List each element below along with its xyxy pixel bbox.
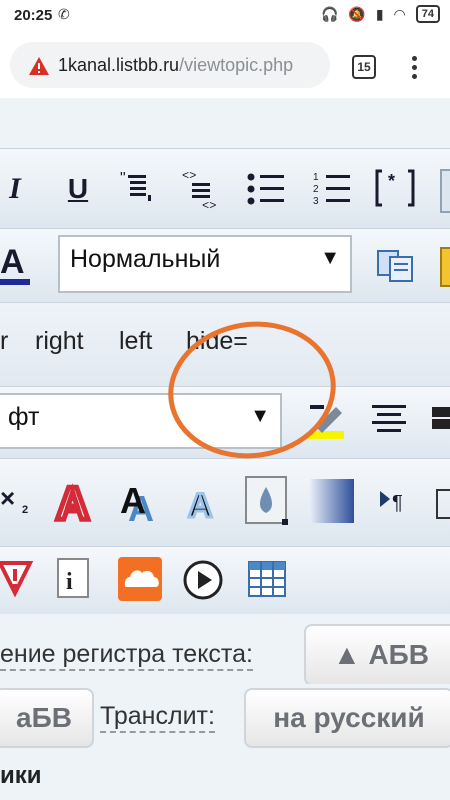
section-heading: ики: [0, 762, 42, 789]
text-shadow-icon[interactable]: A A: [118, 475, 166, 527]
status-bar: 20:25 ✆ 🎧 🔕 ▮ ◠ 74: [0, 0, 450, 32]
toolbar-row-6: i: [0, 546, 450, 616]
url-text: 1kanal.listbb.ru/viewtopic.php: [58, 55, 328, 76]
url-field[interactable]: 1kanal.listbb.ru/viewtopic.php: [10, 42, 330, 88]
numbered-list-icon[interactable]: 1 2 3: [312, 169, 354, 209]
table-cell-icon[interactable]: [436, 489, 450, 519]
toolbar-row-2: A Нормальный ▼: [0, 228, 450, 304]
underline-button[interactable]: U: [60, 171, 96, 207]
svg-text:A: A: [0, 243, 25, 281]
image-icon[interactable]: [440, 169, 450, 213]
svg-text:1: 1: [313, 172, 319, 183]
toolbar-row-5: × 2 A A A A ¶: [0, 458, 450, 548]
subscript-icon[interactable]: × 2: [0, 481, 36, 521]
paste-icon[interactable]: [440, 247, 450, 287]
case-label: ение регистра текста:: [0, 640, 253, 671]
align-item-left[interactable]: left: [119, 327, 152, 356]
code-icon[interactable]: <> <>: [180, 167, 224, 211]
play-video-icon[interactable]: [182, 559, 224, 601]
warning-sign-icon[interactable]: [0, 559, 34, 599]
status-time: 20:25: [14, 7, 53, 24]
browser-address-bar: 1kanal.listbb.ru/viewtopic.php 15: [0, 32, 450, 99]
status-icons: 🎧 🔕 ▮ ◠ 74: [321, 5, 440, 23]
justify-icon[interactable]: [432, 407, 450, 429]
svg-text:A: A: [188, 487, 213, 525]
svg-text:2: 2: [313, 184, 319, 195]
copy-icon[interactable]: [376, 247, 416, 285]
translit-row: аБВ Транслит: на русский: [0, 684, 450, 750]
toolbar-row-1: I U " <> <> 1 2 3 *: [0, 148, 450, 230]
battery-icon: 74: [415, 5, 440, 23]
svg-text:×: ×: [0, 483, 15, 513]
signal-icon: ▮: [375, 5, 384, 22]
italic-button[interactable]: I: [0, 171, 30, 207]
font-size-select-value: Нормальный: [70, 245, 221, 273]
translit-label: Транслит:: [100, 702, 215, 733]
font-size-select[interactable]: Нормальный ▼: [58, 235, 352, 293]
soundcloud-icon[interactable]: [118, 557, 162, 601]
align-item-right[interactable]: right: [35, 327, 84, 356]
translit-russian-button[interactable]: на русский: [244, 688, 450, 748]
info-icon[interactable]: i: [56, 557, 94, 601]
svg-text:<>: <>: [202, 199, 216, 211]
svg-text:": ": [120, 170, 126, 187]
svg-text:3: 3: [313, 196, 319, 207]
table-icon[interactable]: [248, 561, 286, 597]
tab-switcher-button[interactable]: 15: [352, 55, 376, 79]
list-item-icon[interactable]: *: [374, 167, 416, 209]
url-path: /viewtopic.php: [179, 55, 294, 75]
svg-text:2: 2: [22, 504, 28, 516]
font-color-icon[interactable]: A: [0, 241, 36, 289]
svg-text:*: *: [388, 171, 395, 191]
uppercase-button[interactable]: ▲ АБВ: [304, 624, 450, 686]
font-family-select-value: фт: [8, 403, 40, 431]
bulleted-list-icon[interactable]: [246, 169, 288, 209]
quote-icon[interactable]: ": [118, 169, 158, 209]
text-outline-red-icon[interactable]: A: [52, 475, 102, 527]
url-host: 1kanal.listbb.ru: [58, 55, 180, 75]
case-row: ение регистра текста: ▲ АБВ: [0, 614, 450, 686]
gradient-icon[interactable]: [310, 479, 354, 523]
svg-text:A: A: [120, 480, 146, 521]
mute-icon: 🔕: [348, 5, 366, 22]
align-item-r[interactable]: r: [0, 327, 8, 356]
svg-text:A: A: [56, 477, 89, 527]
warning-icon: [29, 57, 49, 75]
wifi-icon: ◠: [393, 5, 406, 22]
opacity-drop-icon[interactable]: [244, 475, 290, 529]
svg-text:i: i: [66, 569, 73, 595]
phone-call-icon: ✆: [58, 6, 70, 22]
lowercase-button[interactable]: аБВ: [0, 688, 94, 748]
svg-text:<>: <>: [182, 169, 196, 183]
browser-menu-icon[interactable]: [406, 54, 422, 80]
headphones-icon: 🎧: [320, 5, 339, 22]
align-center-icon[interactable]: [368, 401, 410, 441]
chevron-down-icon: ▼: [320, 247, 340, 269]
text-direction-icon[interactable]: ¶: [378, 485, 414, 517]
svg-text:¶: ¶: [392, 492, 403, 514]
text-glow-icon[interactable]: A: [182, 477, 226, 527]
